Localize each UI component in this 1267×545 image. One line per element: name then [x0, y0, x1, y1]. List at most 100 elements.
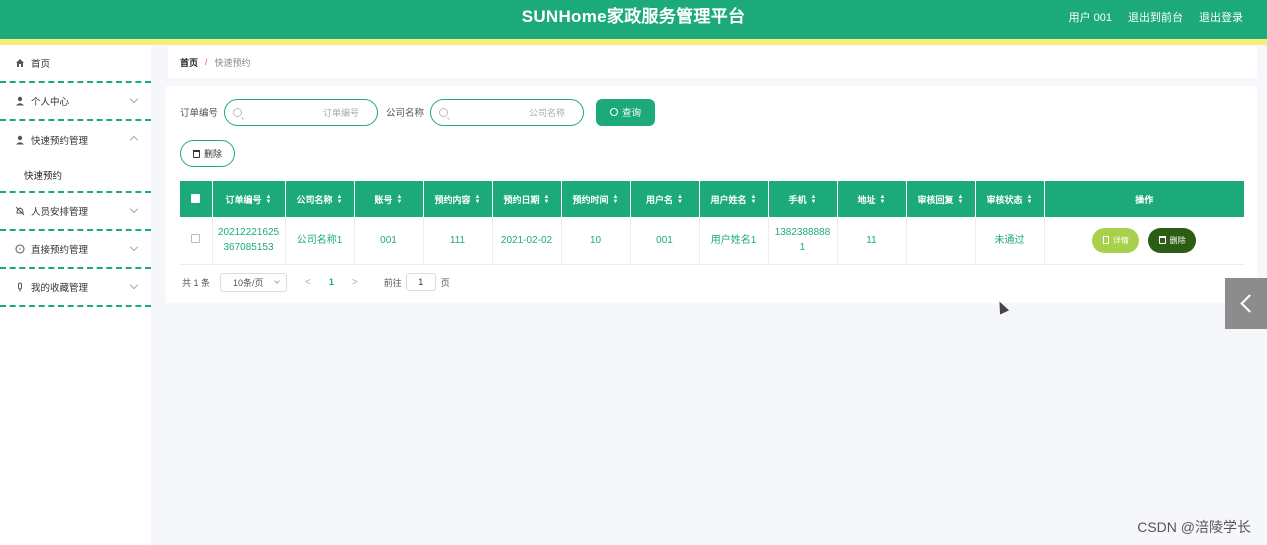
column-header[interactable]: 审核回复 ▲ ▼	[906, 181, 976, 217]
cell-status: 未通过	[975, 217, 1045, 265]
search-icon	[610, 108, 619, 116]
sort-icon: ▲ ▼	[1026, 194, 1033, 206]
row-select-cell	[180, 217, 213, 265]
column-header[interactable]: 手机 ▲ ▼	[768, 181, 838, 217]
column-header[interactable]: 预约内容 ▲ ▼	[423, 181, 493, 217]
query-button-label: 查询	[622, 108, 642, 119]
sidebar-item-label: 我的收藏管理	[31, 283, 89, 294]
cell-reply	[906, 217, 976, 265]
cell-order-no: 20212221625367085153	[212, 217, 286, 265]
company-name-search-box	[430, 98, 585, 126]
sidebar-item-home[interactable]: 首页	[0, 45, 151, 83]
chevron-down-icon	[129, 242, 139, 252]
cell-realname: 用户姓名1	[699, 217, 769, 265]
table-row: 20212221625367085153 公司名称1 001 111 2021-…	[180, 217, 1244, 265]
sidebar-item-staff-arrangement[interactable]: 人员安排管理	[0, 193, 151, 231]
sort-icon: ▲ ▼	[750, 194, 757, 206]
column-header[interactable]: 订单编号 ▲ ▼	[212, 181, 286, 217]
document-icon	[1102, 236, 1109, 245]
page-size-select[interactable]: 10条/页	[220, 272, 288, 292]
column-header[interactable]: 审核状态 ▲ ▼	[975, 181, 1045, 217]
select-all-checkbox[interactable]	[191, 193, 201, 203]
next-page-button[interactable]: >	[352, 277, 358, 288]
page-number-1[interactable]: 1	[329, 277, 334, 287]
header-accent-bar	[0, 39, 1267, 45]
sidebar-item-label: 个人中心	[31, 97, 70, 108]
goto-page-input[interactable]	[405, 273, 436, 291]
page-size-value: 10条/页	[233, 277, 264, 288]
cell-date: 2021-02-02	[492, 217, 562, 265]
cell-actions: 详情 删除	[1044, 217, 1244, 265]
company-name-input[interactable]	[453, 103, 566, 122]
column-header[interactable]: 用户姓名 ▲ ▼	[699, 181, 769, 217]
main-card: 订单编号 公司名称 查询 删除 订单编号▲▼ 公司名称	[166, 86, 1257, 303]
batch-delete-label: 删除	[203, 149, 222, 159]
goto-label: 前往	[383, 277, 402, 288]
search-icon	[233, 107, 243, 117]
sidebar-item-label: 直接预约管理	[31, 245, 89, 256]
side-panel-toggle[interactable]	[1225, 278, 1267, 329]
sidebar-item-direct-booking[interactable]: 直接预约管理	[0, 231, 151, 269]
sidebar: 首页 个人中心 快速预约管理 快速预约 人员安排管理 直接预约管理 我的收藏管理	[0, 45, 151, 545]
column-header[interactable]: 预约日期 ▲ ▼	[492, 181, 562, 217]
sort-icon: ▲ ▼	[677, 194, 683, 206]
sort-icon: ▲ ▼	[336, 194, 343, 206]
batch-delete-button[interactable]: 删除	[180, 140, 235, 167]
chevron-down-icon	[129, 280, 139, 290]
row-delete-button[interactable]: 删除	[1148, 227, 1197, 253]
total-count: 共 1 条	[182, 277, 211, 288]
sort-icon: ▲ ▼	[265, 194, 272, 206]
prev-page-button[interactable]: <	[305, 277, 311, 288]
row-checkbox[interactable]	[191, 233, 201, 243]
watermark: CSDN @涪陵学长	[1137, 519, 1251, 535]
column-header[interactable]: 地址 ▲ ▼	[837, 181, 907, 217]
sort-icon: ▲ ▼	[396, 194, 403, 206]
column-header[interactable]: 公司名称 ▲ ▼	[285, 181, 355, 217]
chevron-down-icon	[274, 277, 280, 284]
column-header[interactable]: 账号 ▲ ▼	[354, 181, 424, 217]
sort-icon: ▲ ▼	[810, 194, 817, 206]
order-no-label: 订单编号	[180, 108, 219, 119]
column-header[interactable]: 预约时间 ▲ ▼	[561, 181, 631, 217]
cell-username: 001	[630, 217, 700, 265]
top-header: SUNHome家政服务管理平台 用户 001 退出到前台 退出登录	[0, 0, 1267, 40]
sidebar-subitem-label: 快速预约	[24, 171, 63, 182]
current-user-link[interactable]: 用户 001	[1069, 9, 1112, 25]
user-icon	[14, 96, 25, 107]
sidebar-item-label: 人员安排管理	[31, 207, 89, 218]
sidebar-item-label: 快速预约管理	[31, 136, 89, 147]
column-header[interactable]: 用户名 ▲ ▼	[630, 181, 700, 217]
user-icon	[14, 135, 25, 146]
sort-icon: ▲ ▼	[879, 194, 886, 206]
mic-icon	[14, 282, 25, 293]
home-icon	[14, 58, 25, 69]
search-icon	[439, 107, 449, 117]
chevron-down-icon	[129, 204, 139, 214]
cell-address: 11	[837, 217, 907, 265]
back-to-front-link[interactable]: 退出到前台	[1128, 9, 1183, 25]
cell-phone: 13823888881	[768, 217, 838, 265]
breadcrumb: 首页 / 快速预约	[168, 46, 1257, 78]
chevron-up-icon	[129, 135, 139, 145]
row-delete-label: 删除	[1169, 235, 1186, 245]
chevron-down-icon	[129, 94, 139, 104]
breadcrumb-home[interactable]: 首页	[180, 56, 198, 69]
pagination: 共 1 条 10条/页 < 1 > 前往 页	[182, 272, 450, 292]
trash-icon	[1158, 236, 1166, 245]
sort-icon: ▲ ▼	[612, 194, 619, 206]
header-links: 用户 001 退出到前台 退出登录	[1069, 0, 1243, 34]
company-name-label: 公司名称	[386, 108, 425, 119]
cell-content: 111	[423, 217, 493, 265]
sidebar-item-personal-center[interactable]: 个人中心	[0, 83, 151, 121]
sidebar-item-favorites[interactable]: 我的收藏管理	[0, 269, 151, 307]
sidebar-item-label: 首页	[31, 59, 51, 70]
sort-icon: ▲ ▼	[543, 194, 550, 206]
logout-link[interactable]: 退出登录	[1199, 9, 1243, 25]
sidebar-subitem-quick-booking[interactable]: 快速预约	[0, 159, 151, 193]
select-all-cell	[180, 181, 213, 217]
sidebar-item-quick-booking-mgmt[interactable]: 快速预约管理	[0, 121, 151, 159]
order-no-input[interactable]	[247, 103, 360, 122]
column-header-actions: 操作	[1044, 181, 1244, 217]
detail-button[interactable]: 详情	[1092, 227, 1140, 253]
query-button[interactable]: 查询	[596, 98, 656, 126]
